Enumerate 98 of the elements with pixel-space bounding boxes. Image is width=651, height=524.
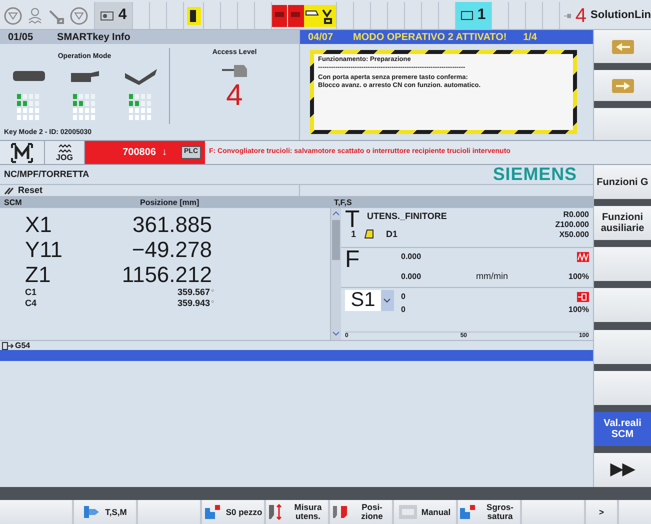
arrow-left-icon — [612, 40, 634, 54]
back-softkey[interactable] — [594, 30, 651, 63]
axis-name: C4 — [24, 299, 38, 308]
softkey[interactable]: T,S,M — [74, 500, 136, 524]
person-icon — [26, 6, 44, 24]
tool-name: UTENS._FINITORE — [367, 210, 448, 223]
led-level-icon — [128, 92, 154, 122]
feed-override: 100% — [568, 270, 589, 283]
arrow-right-icon — [612, 78, 634, 92]
spindle-setpoint: 0 — [401, 304, 406, 316]
tool-offset: X50.000 — [559, 230, 589, 240]
column-header: SCM — [3, 197, 23, 208]
message-title: MODO OPERATIVO 2 ATTIVATO! — [353, 30, 508, 44]
message-counter: 1/4 — [523, 30, 537, 44]
next-page-softkey[interactable]: ▶▶ — [594, 452, 651, 487]
feed-unit: mm/min — [476, 270, 509, 284]
spindle-icon — [83, 504, 102, 520]
alarm-icon — [272, 4, 304, 26]
check-icon — [122, 66, 158, 84]
machine-mode-icon — [11, 142, 33, 162]
workpiece-icon — [459, 504, 477, 520]
softkey[interactable]: Funzioni ausiliarie — [594, 206, 651, 240]
degree-unit: ° — [210, 288, 214, 296]
softkey[interactable]: Funzioni G — [594, 165, 651, 199]
channel-icon — [461, 11, 474, 20]
tool-offset: R0.000 — [563, 210, 589, 220]
led-level-icon — [16, 92, 42, 122]
softkey[interactable] — [594, 108, 651, 140]
reset-icon — [4, 186, 14, 194]
clamp-icon — [320, 4, 336, 26]
page-number: 01/05 — [8, 30, 34, 44]
column-header: T,F,S — [333, 197, 353, 208]
axis-position: 1156.212 — [120, 264, 212, 286]
product-name: SolutionLin — [590, 8, 651, 24]
spindle-field[interactable]: S1 — [345, 290, 381, 311]
axis-position: 359.567 — [176, 288, 210, 297]
jog-icon — [58, 144, 72, 154]
stop-icon — [70, 6, 88, 24]
axis-name: X1 — [24, 214, 53, 236]
alarm-arrow: ↓ — [162, 146, 167, 160]
axis-name: C1 — [24, 288, 38, 297]
siemens-logo: SIEMENS — [492, 163, 577, 186]
channel-count: 1 — [477, 5, 486, 26]
feed-actual: 0.000 — [401, 251, 422, 264]
softkey[interactable]: Val.reali SCM — [594, 412, 651, 446]
led-level-icon — [72, 92, 98, 122]
softkey[interactable] — [594, 247, 651, 282]
degree-unit: ° — [210, 300, 214, 308]
work-offset: G54 — [15, 340, 30, 352]
frame-icon — [2, 342, 14, 350]
feed-override-icon — [577, 252, 589, 262]
axis-name: Y11 — [24, 238, 64, 260]
axis-position: 359.943 — [176, 299, 210, 308]
feed-setpoint: 0.000 — [401, 270, 422, 283]
door-icon — [186, 6, 200, 24]
key-count: 4 — [118, 5, 127, 26]
softkey[interactable]: Sgros- satura — [458, 500, 520, 524]
softkey[interactable] — [138, 500, 200, 524]
mode-label: JOG — [56, 154, 73, 162]
cutting-edge: D1 — [386, 228, 398, 240]
scrollbar[interactable] — [331, 208, 341, 340]
access-key-icon — [222, 62, 248, 76]
softkey[interactable]: Manual — [394, 500, 456, 524]
softkey[interactable] — [619, 500, 651, 524]
softkey[interactable] — [594, 370, 651, 405]
softkey[interactable]: Posi- zione — [330, 500, 392, 524]
workpiece-icon — [204, 504, 222, 520]
axis-position: 361.885 — [131, 214, 212, 236]
softkey[interactable] — [522, 500, 584, 524]
position-icon — [331, 504, 349, 520]
column-header: Posizione [mm] — [140, 197, 200, 208]
softkey[interactable]: Misura utens. — [266, 500, 328, 524]
softkey[interactable] — [594, 330, 651, 364]
forward-softkey[interactable] — [594, 70, 651, 101]
feed-letter: F — [345, 248, 361, 275]
spindle-override-icon — [577, 292, 589, 302]
key-icon — [100, 10, 114, 20]
spindle-override: 100% — [568, 304, 589, 316]
axis-position: −49.278 — [130, 238, 212, 260]
alarm-number: 700806 — [122, 146, 156, 160]
stop-icon — [4, 6, 22, 24]
page-number: 04/07 — [308, 30, 334, 44]
softkey[interactable] — [594, 288, 651, 322]
coolant-icon — [304, 4, 320, 26]
channel-status: Reset — [18, 184, 43, 197]
axis-name: Z1 — [24, 264, 52, 286]
tool-offset: Z100.000 — [555, 220, 589, 230]
next-softkey[interactable]: > — [586, 500, 617, 524]
dropdown-icon[interactable] — [381, 290, 394, 311]
access-level: 4 — [575, 6, 587, 26]
logo-icon — [399, 505, 418, 519]
panel-title: SMARTkey Info — [57, 30, 130, 44]
insert-icon — [364, 229, 374, 240]
access-level-value: 4 — [226, 80, 243, 110]
softkey[interactable]: S0 pezzo — [202, 500, 264, 524]
softkey[interactable] — [0, 500, 72, 524]
spindle-actual: 0 — [401, 291, 406, 303]
program-path: NC/MPF/TORRETTA — [4, 168, 90, 181]
